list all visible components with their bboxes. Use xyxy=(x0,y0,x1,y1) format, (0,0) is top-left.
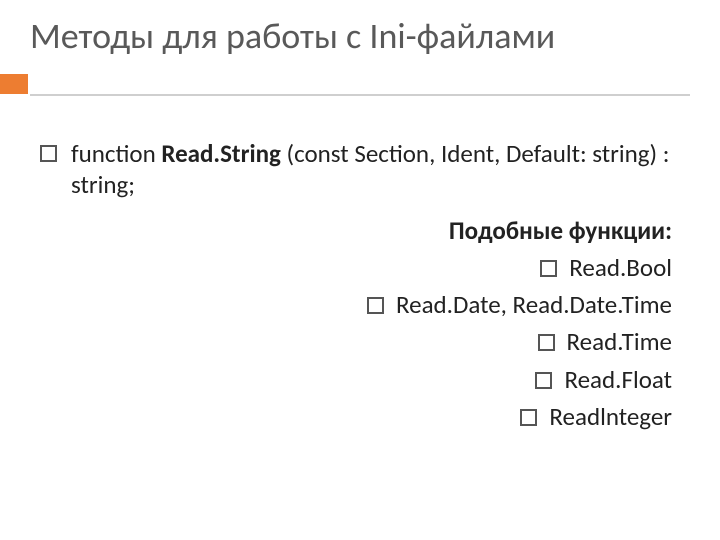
square-bullet-icon xyxy=(520,409,537,426)
list-item: Read.Time xyxy=(40,326,672,357)
list-item-label: Read.Float xyxy=(564,364,672,395)
slide: { "title": "Методы для работы с Ini-файл… xyxy=(0,0,720,540)
square-bullet-icon xyxy=(367,297,384,314)
list-item-label: Readlnteger xyxy=(549,401,672,432)
main-item-text: function Read.String (const Section, Ide… xyxy=(71,138,680,201)
square-bullet-icon xyxy=(538,334,555,351)
list-item-label: Read.Bool xyxy=(569,252,672,283)
list-item: Readlnteger xyxy=(40,401,672,432)
list-item: Read.Bool xyxy=(40,252,672,283)
subheading-text: Подобные функции: xyxy=(449,215,672,246)
list-item-label: Read.Time xyxy=(567,326,672,357)
slide-body: function Read.String (const Section, Ide… xyxy=(0,98,720,432)
accent-box xyxy=(0,74,28,94)
fn-name: Read.String xyxy=(161,138,281,169)
square-bullet-icon xyxy=(540,260,557,277)
square-bullet-icon xyxy=(40,145,57,162)
title-underline-row xyxy=(0,68,720,98)
similar-functions-block: Подобные функции: Read.Bool Read.Date, R… xyxy=(40,215,680,433)
list-item: Read.Date, Read.Date.Time xyxy=(40,289,672,320)
slide-title: Методы для работы с Ini-файлами xyxy=(0,0,720,62)
underline xyxy=(30,94,690,96)
square-bullet-icon xyxy=(535,372,552,389)
subheading: Подобные функции: xyxy=(40,215,672,246)
list-item: Read.Float xyxy=(40,364,672,395)
main-item: function Read.String (const Section, Ide… xyxy=(40,138,680,201)
fn-prefix: function xyxy=(71,138,161,169)
list-item-label: Read.Date, Read.Date.Time xyxy=(396,289,672,320)
